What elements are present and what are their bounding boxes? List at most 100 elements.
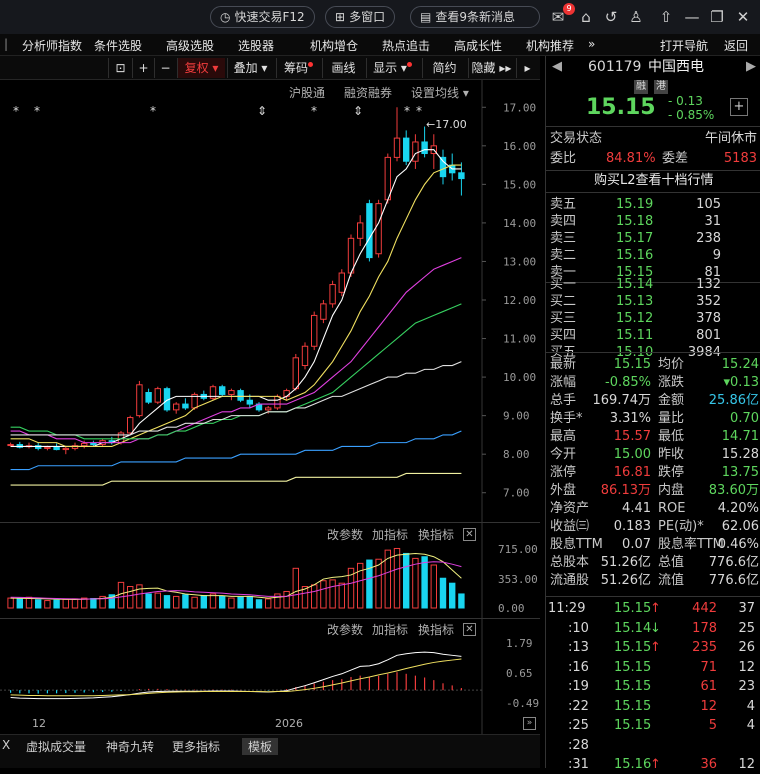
ma-line <box>10 303 462 440</box>
multi-window-button[interactable]: ⊞ 多窗口 <box>325 6 396 28</box>
yincang-button[interactable]: 隐藏 ▸▸ <box>468 58 514 78</box>
kline-chart[interactable]: 715.00 353.00 0.00 1.79 0.65 -0.49 17.00 16.0… <box>0 80 540 734</box>
ma-line <box>10 164 462 448</box>
zoom-out-icon[interactable]: − <box>154 58 176 78</box>
event-marker[interactable]: * <box>311 104 317 118</box>
ask-volume: 105 <box>696 197 721 212</box>
prev-stock-icon[interactable]: ◀ <box>552 58 562 76</box>
menu-item-condition-select[interactable]: 条件选股 <box>94 37 142 54</box>
close-icon[interactable]: ✕ <box>733 7 753 27</box>
tick-price: 15.15 <box>614 601 652 616</box>
stat-label: 今开 <box>550 447 577 462</box>
tab-more-indicators[interactable]: 更多指标 <box>172 738 220 755</box>
stat-value: 16.81 <box>613 465 651 480</box>
tick-arrow: ↓ <box>650 620 661 636</box>
menu-item-institution-recommend[interactable]: 机构推荐 <box>526 37 574 54</box>
diejia-dropdown[interactable]: 叠加 ▾ <box>227 58 273 78</box>
price-tick-label: 11.00 <box>503 333 536 346</box>
chouma-button[interactable]: 筹码 <box>276 58 320 78</box>
macd-params-link[interactable]: 改参数 <box>327 621 363 638</box>
event-marker[interactable]: ⇕ <box>257 104 267 118</box>
vol-switch-indicator-link[interactable]: 换指标 <box>418 526 454 543</box>
tick-arrow: ↑ <box>650 640 661 655</box>
stat-value: 0.70 <box>730 411 759 426</box>
stat-value: 169.74万 <box>592 393 652 408</box>
menu-item-screener[interactable]: 选股器 <box>238 37 274 54</box>
xianshi-dropdown[interactable]: 显示 ▾ <box>366 58 418 78</box>
event-marker[interactable]: * <box>404 104 410 118</box>
volume-tick-label: 353.00 <box>498 573 538 586</box>
stat-label: 最低 <box>658 429 685 444</box>
right-caret-icon[interactable]: ▸ <box>516 58 538 78</box>
tab-magic-nine[interactable]: 神奇九转 <box>106 738 154 755</box>
add-watchlist-icon[interactable]: + <box>730 98 748 116</box>
fuquan-dropdown[interactable]: 复权 ▾ <box>177 58 225 78</box>
menu-item-advanced-select[interactable]: 高级选股 <box>166 37 214 54</box>
jianyue-button[interactable]: 简约 <box>422 58 466 78</box>
pin-icon[interactable]: ⇧ <box>656 7 676 27</box>
hugutong-link[interactable]: 沪股通 <box>289 84 325 101</box>
event-marker[interactable]: * <box>34 104 40 118</box>
rongzi-link[interactable]: 融资融券 <box>344 84 392 101</box>
bid-volume: 352 <box>696 294 721 309</box>
stat-value: 0.46% <box>717 537 759 552</box>
volume-bar <box>62 598 69 609</box>
stat-row: 股息TTM 0.07 股息率TTM 0.46% <box>546 536 760 554</box>
news-button[interactable]: ▤ 查看9条新消息 <box>410 6 540 28</box>
tab-virtual-volume[interactable]: 虚拟成交量 <box>26 738 86 755</box>
ask-label: 卖四 <box>550 214 577 229</box>
event-marker[interactable]: ⇕ <box>353 104 363 118</box>
event-marker[interactable]: * <box>416 104 422 118</box>
volume-bar <box>7 597 14 609</box>
tick-count: 12 <box>738 757 755 772</box>
volume-bar <box>329 579 336 609</box>
next-stock-icon[interactable]: ▶ <box>746 58 756 76</box>
stat-label: 换手* <box>550 411 583 426</box>
expand-icon[interactable]: » <box>523 717 536 730</box>
menu-item-open-nav[interactable]: 打开导航 <box>660 37 708 54</box>
minimize-icon[interactable]: — <box>682 7 702 27</box>
menu-more-icon[interactable]: » <box>588 37 595 51</box>
vol-params-link[interactable]: 改参数 <box>327 526 363 543</box>
menu-item-hot-track[interactable]: 热点追击 <box>382 37 430 54</box>
close-icon[interactable]: ✕ <box>463 623 476 636</box>
restore-icon[interactable]: ❐ <box>707 7 727 27</box>
shirt-icon[interactable]: ♙ <box>626 7 646 27</box>
vol-add-indicator-link[interactable]: 加指标 <box>372 526 408 543</box>
stat-label: 均价 <box>658 357 685 372</box>
bid-volume: 132 <box>696 277 721 292</box>
quick-trade-button[interactable]: ◷ 快速交易F12 <box>210 6 315 28</box>
stat-value: 4.20% <box>717 501 759 516</box>
menu-item-high-growth[interactable]: 高成长性 <box>454 37 502 54</box>
set-ma-link[interactable]: 设置均线 ▾ <box>411 84 469 101</box>
stat-value: ▾0.13 <box>723 375 759 390</box>
stat-row: 收益㈢ 0.183 PE(动)* 62.06 <box>546 518 760 536</box>
event-marker[interactable]: * <box>150 104 156 118</box>
back-icon[interactable]: ↺ <box>601 7 621 27</box>
tab-x[interactable]: X <box>2 738 10 752</box>
lock-icon[interactable]: ⊡ <box>108 58 132 78</box>
buy-l2-link[interactable]: 购买L2查看十档行情 <box>546 172 760 190</box>
stat-label: PE(动)* <box>658 519 704 534</box>
zoom-in-icon[interactable]: + <box>132 58 154 78</box>
price-tick-label: 7.00 <box>503 487 530 500</box>
macd-add-indicator-link[interactable]: 加指标 <box>372 621 408 638</box>
huaxian-button[interactable]: 画线 <box>322 58 364 78</box>
state-label: 交易状态 <box>550 131 603 146</box>
candle-body <box>421 141 428 155</box>
tick-row: :25 15.15 5 4 <box>546 717 760 735</box>
close-icon[interactable]: ✕ <box>463 528 476 541</box>
event-marker[interactable]: * <box>13 104 19 118</box>
set-ma-label: 设置均线 <box>411 86 460 100</box>
price-tick-label: 17.00 <box>503 101 536 114</box>
volume-bar <box>219 595 226 609</box>
home-icon[interactable]: ⌂ <box>576 7 596 27</box>
menu-item-institution-add[interactable]: 机构增仓 <box>310 37 358 54</box>
menu-item-analyst-index[interactable]: 分析师指数 <box>22 37 82 54</box>
tab-template[interactable]: 模板 <box>242 738 279 755</box>
tick-count: 4 <box>746 698 755 714</box>
volume-bar <box>191 596 198 609</box>
menu-item-back[interactable]: 返回 <box>724 37 748 54</box>
volume-bar <box>265 598 272 609</box>
macd-switch-indicator-link[interactable]: 换指标 <box>418 621 454 638</box>
